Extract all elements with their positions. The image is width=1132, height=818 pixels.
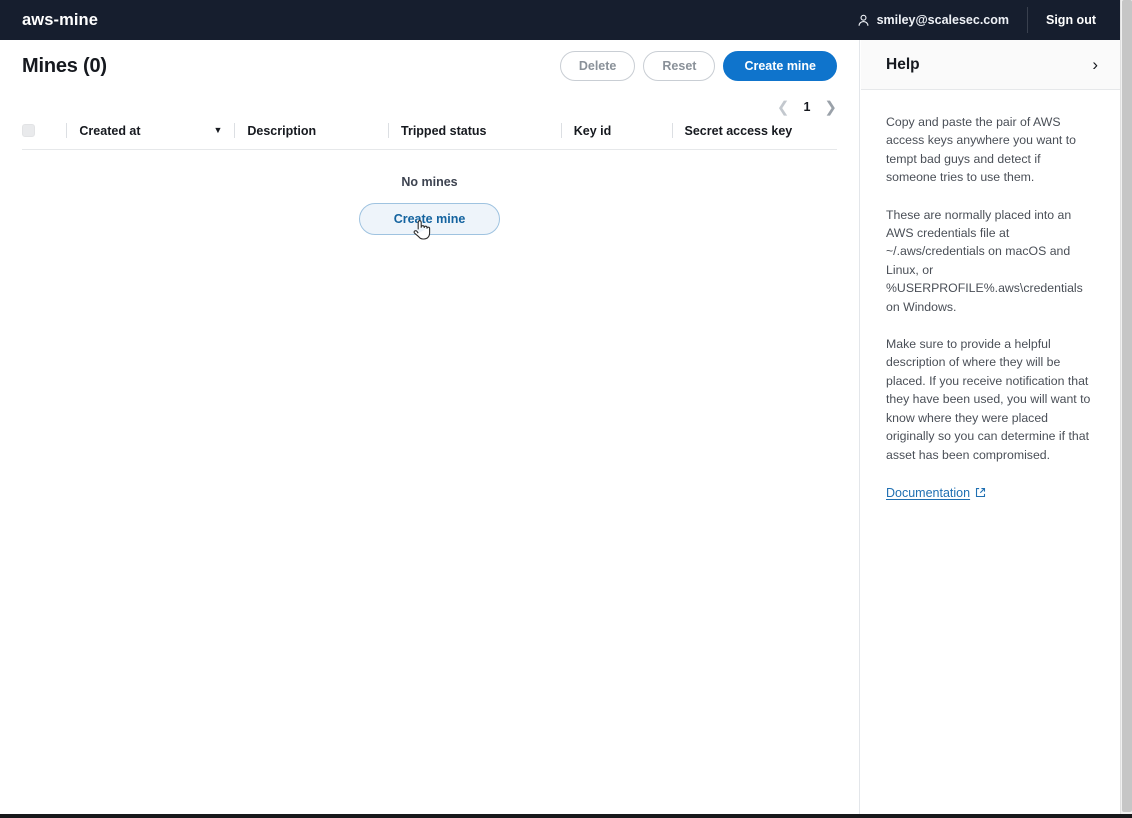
empty-state-create-mine-label: Create mine [393, 212, 466, 226]
user-icon [858, 14, 869, 26]
window-bottom-edge [0, 814, 1132, 818]
sign-out-button[interactable]: Sign out [1028, 13, 1096, 27]
reset-button[interactable]: Reset [643, 50, 716, 82]
pagination-page-1[interactable]: 1 [803, 100, 810, 114]
help-paragraph-2: These are normally placed into an AWS cr… [886, 207, 1083, 314]
empty-state-create-mine-button[interactable]: Create mine [358, 203, 501, 240]
chevron-right-icon[interactable]: ❯ [824, 100, 837, 115]
column-header-created-at[interactable]: Created at ▼ [79, 124, 222, 138]
user-email-label: smiley@scalesec.com [876, 13, 1009, 27]
column-divider [388, 123, 390, 138]
select-all-checkbox[interactable] [22, 124, 35, 137]
toolbar-actions: Delete Reset Create mine [559, 50, 837, 82]
column-header-secret-access-key[interactable]: Secret access key [685, 124, 837, 138]
main-content-area: Mines (0) Delete Reset Create mine ❮ 1 ❯… [0, 40, 860, 818]
top-navigation-right-group: smiley@scalesec.com Sign out [857, 0, 1120, 40]
documentation-link-label: Documentation [886, 485, 971, 500]
delete-button[interactable]: Delete [559, 50, 636, 82]
help-panel-header[interactable]: Help › [861, 40, 1120, 90]
create-mine-button[interactable]: Create mine [723, 50, 837, 82]
chevron-left-icon[interactable]: ❮ [777, 100, 790, 115]
column-divider [560, 123, 562, 138]
mines-table: Created at ▼ Description Tripped status … [0, 122, 859, 240]
column-header-key-id-label: Key id [573, 123, 612, 138]
top-navigation-bar: aws-mine smiley@scalesec.com Sign out [0, 0, 1120, 40]
column-divider [234, 123, 236, 138]
external-link-icon [976, 488, 986, 498]
help-paragraph-1: Copy and paste the pair of AWS access ke… [886, 115, 1077, 185]
column-header-secret-access-key-label: Secret access key [684, 123, 793, 138]
table-body-empty-state: No mines Create mine [22, 150, 837, 240]
column-header-tripped-status[interactable]: Tripped status [401, 124, 549, 138]
page-toolbar: Mines (0) Delete Reset Create mine [0, 40, 859, 92]
app-window: aws-mine smiley@scalesec.com Sign out Mi… [0, 0, 1132, 818]
column-header-key-id[interactable]: Key id [574, 124, 660, 138]
help-panel-title: Help [886, 55, 920, 73]
column-divider [671, 123, 673, 138]
column-divider [66, 123, 68, 138]
app-brand-logo[interactable]: aws-mine [22, 11, 98, 30]
column-header-created-at-label: Created at [79, 123, 141, 138]
scrollbar-thumb[interactable] [1122, 0, 1132, 812]
pagination: ❮ 1 ❯ [777, 92, 837, 122]
column-header-tripped-status-label: Tripped status [401, 123, 487, 138]
user-account-chip[interactable]: smiley@scalesec.com [857, 13, 1027, 27]
table-header-row: Created at ▼ Description Tripped status … [22, 122, 837, 150]
page-title: Mines (0) [22, 54, 107, 77]
chevron-right-icon[interactable]: › [1092, 56, 1098, 73]
column-header-description[interactable]: Description [247, 124, 376, 138]
help-paragraph-3: Make sure to provide a helpful descripti… [886, 337, 1091, 462]
column-header-description-label: Description [247, 123, 317, 138]
documentation-link[interactable]: Documentation [886, 486, 986, 500]
help-panel-body: Copy and paste the pair of AWS access ke… [861, 90, 1120, 502]
empty-state-message: No mines [401, 175, 458, 189]
caret-down-icon[interactable]: ▼ [213, 126, 222, 135]
help-panel: Help › Copy and paste the pair of AWS ac… [861, 40, 1120, 818]
select-all-cell [22, 124, 54, 137]
vertical-scrollbar[interactable] [1120, 0, 1132, 818]
